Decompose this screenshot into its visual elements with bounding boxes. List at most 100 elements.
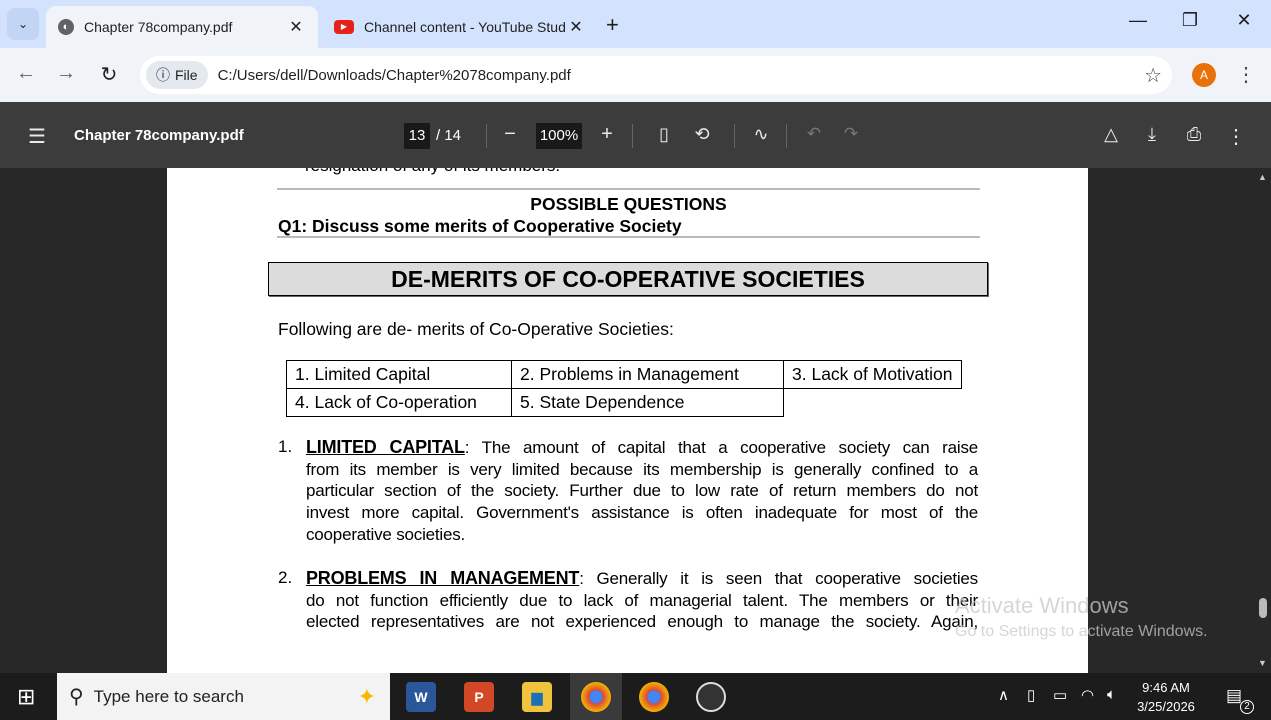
youtube-icon: ▶ bbox=[334, 20, 354, 34]
vertical-scrollbar[interactable]: ▲ ▼ bbox=[1255, 168, 1271, 673]
pdf-page: resignation of any of its members. POSSI… bbox=[167, 168, 1088, 673]
table-cell: 2. Problems in Management bbox=[511, 360, 784, 389]
section-text: do not function efficiently due to lack … bbox=[306, 590, 978, 610]
menu-icon[interactable]: ☰ bbox=[23, 124, 51, 149]
intro-text: Following are de- merits of Co-Operative… bbox=[278, 319, 674, 339]
fit-page-icon[interactable]: ▯ bbox=[650, 124, 678, 145]
back-button[interactable]: ← bbox=[14, 62, 38, 85]
scroll-down-icon[interactable]: ▼ bbox=[1258, 658, 1267, 668]
cut-off-text: resignation of any of its members. bbox=[305, 168, 560, 176]
download-icon[interactable]: ⤓ bbox=[1138, 124, 1166, 145]
word-app-icon[interactable]: W bbox=[406, 682, 436, 712]
activation-watermark-text: Go to Settings to activate Windows. bbox=[955, 623, 1208, 640]
volume-icon[interactable]: 🔈︎ bbox=[1107, 686, 1116, 703]
divider bbox=[277, 236, 980, 238]
page-number-input[interactable]: 13 bbox=[404, 123, 430, 149]
tab-search-button[interactable]: ⌄ bbox=[7, 8, 39, 40]
system-clock[interactable]: 9:46 AM 3/25/2026 bbox=[1130, 678, 1202, 716]
divider bbox=[734, 124, 735, 148]
table-cell: 5. State Dependence bbox=[511, 388, 784, 417]
page-total: / 14 bbox=[436, 127, 462, 144]
url-text: C:/Users/dell/Downloads/Chapter%2078comp… bbox=[217, 66, 571, 84]
usb-icon[interactable]: ▯ bbox=[1027, 686, 1035, 704]
rotate-icon[interactable]: ⟲ bbox=[688, 124, 716, 145]
section-text: elected representatives are not experien… bbox=[306, 612, 978, 632]
scrollbar-thumb[interactable] bbox=[1259, 598, 1267, 618]
section-text: : Generally it is seen that cooperative … bbox=[579, 569, 978, 588]
question-1: Q1: Discuss some merits of Cooperative S… bbox=[278, 216, 682, 236]
demerits-table: 1. Limited Capital 2. Problems in Manage… bbox=[286, 360, 962, 417]
section-heading: DE-MERITS OF CO-OPERATIVE SOCIETIES bbox=[268, 262, 988, 296]
document-title: Chapter 78company.pdf bbox=[74, 127, 244, 144]
notifications-icon[interactable]: ▤ bbox=[1226, 686, 1242, 706]
scroll-up-icon[interactable]: ▲ bbox=[1258, 172, 1267, 182]
divider bbox=[486, 124, 487, 148]
battery-icon[interactable]: ▭ bbox=[1053, 686, 1067, 704]
minimize-button[interactable]: — bbox=[1123, 10, 1153, 31]
notification-count-badge: 2 bbox=[1240, 700, 1254, 714]
windows-start-icon[interactable]: ⊞ bbox=[17, 684, 35, 710]
restore-button[interactable]: ❐ bbox=[1175, 10, 1205, 31]
info-icon: ⓘ bbox=[156, 67, 170, 83]
close-window-button[interactable]: ✕ bbox=[1229, 10, 1259, 31]
tab-label: Channel content - YouTube Studio bbox=[364, 19, 566, 35]
site-info-chip[interactable]: ⓘ File bbox=[146, 61, 208, 89]
divider bbox=[786, 124, 787, 148]
chip-label: File bbox=[175, 67, 198, 83]
close-tab-icon[interactable]: ✕ bbox=[566, 17, 586, 37]
new-tab-button[interactable]: + bbox=[606, 12, 619, 38]
tab-strip: ⌄ ◐ Chapter 78company.pdf ✕ ▶ Channel co… bbox=[0, 0, 1271, 48]
close-tab-icon[interactable]: ✕ bbox=[286, 17, 306, 37]
divider bbox=[632, 124, 633, 148]
activation-watermark-title: Activate Windows bbox=[955, 593, 1129, 618]
browser-menu-icon[interactable]: ⋮ bbox=[1236, 62, 1256, 87]
divider bbox=[277, 188, 980, 190]
zoom-out-button[interactable]: − bbox=[496, 123, 524, 146]
address-input[interactable]: ⓘ File C:/Users/dell/Downloads/Chapter%20… bbox=[140, 56, 1172, 94]
drive-add-icon[interactable]: △ bbox=[1097, 124, 1125, 145]
chrome-profile-a-icon[interactable] bbox=[581, 682, 611, 712]
zoom-in-button[interactable]: + bbox=[593, 123, 621, 146]
clock-date: 3/25/2026 bbox=[1137, 699, 1195, 714]
possible-questions-heading: POSSIBLE QUESTIONS bbox=[530, 194, 727, 214]
section-title: LIMITED CAPITAL bbox=[306, 437, 465, 457]
annotate-pen-icon[interactable]: ∿ bbox=[747, 124, 775, 145]
forward-button[interactable]: → bbox=[54, 62, 78, 85]
file-explorer-icon[interactable]: ▆ bbox=[522, 682, 552, 712]
search-placeholder: Type here to search bbox=[93, 686, 244, 706]
table-row: 1. Limited Capital 2. Problems in Manage… bbox=[286, 360, 962, 389]
tab-pdf[interactable]: ◐ Chapter 78company.pdf ✕ bbox=[46, 6, 318, 48]
obs-icon[interactable] bbox=[696, 682, 726, 712]
section-number: 1. bbox=[278, 437, 293, 456]
table-cell: 3. Lack of Motivation bbox=[783, 360, 962, 389]
zoom-level-input[interactable]: 100% bbox=[536, 123, 582, 149]
section-text: : The amount of capital that a cooperati… bbox=[464, 438, 979, 457]
chrome-icon[interactable] bbox=[639, 682, 669, 712]
undo-icon[interactable]: ↶ bbox=[800, 124, 828, 144]
table-cell: 1. Limited Capital bbox=[286, 360, 512, 389]
sparkle-icon: ✦ bbox=[357, 683, 376, 709]
section-text: invest more capital. Government's assist… bbox=[306, 503, 978, 523]
clock-time: 9:46 AM bbox=[1142, 680, 1190, 695]
section-text: cooperative societies. bbox=[306, 524, 466, 544]
table-cell-empty bbox=[784, 389, 962, 417]
powerpoint-app-icon[interactable]: P bbox=[464, 682, 494, 712]
globe-icon: ◐ bbox=[58, 19, 74, 35]
show-hidden-icons[interactable]: ∧ bbox=[998, 686, 1009, 704]
reload-button[interactable]: ↻ bbox=[97, 62, 121, 87]
section-text: particular section of the society. Furth… bbox=[306, 481, 978, 501]
profile-avatar[interactable]: A bbox=[1192, 63, 1216, 87]
more-options-icon[interactable]: ⋮ bbox=[1222, 124, 1250, 149]
bookmark-star-icon[interactable]: ☆ bbox=[1144, 63, 1162, 88]
section-number: 2. bbox=[278, 568, 293, 587]
search-icon: ⚲ bbox=[69, 686, 84, 708]
tab-youtube[interactable]: ▶ Channel content - YouTube Studio ✕ bbox=[330, 6, 590, 48]
section-text: from its member is very limited because … bbox=[306, 459, 978, 479]
taskbar-search-input[interactable]: ⚲ Type here to search ✦ bbox=[57, 673, 390, 720]
print-icon[interactable]: ⎙ bbox=[1180, 124, 1208, 145]
redo-icon[interactable]: ↷ bbox=[837, 124, 865, 144]
section-title: PROBLEMS IN MANAGEMENT bbox=[306, 568, 580, 588]
tab-label: Chapter 78company.pdf bbox=[84, 19, 233, 35]
table-cell: 4. Lack of Co-operation bbox=[286, 388, 512, 417]
wifi-icon[interactable]: ◠ bbox=[1081, 686, 1094, 704]
